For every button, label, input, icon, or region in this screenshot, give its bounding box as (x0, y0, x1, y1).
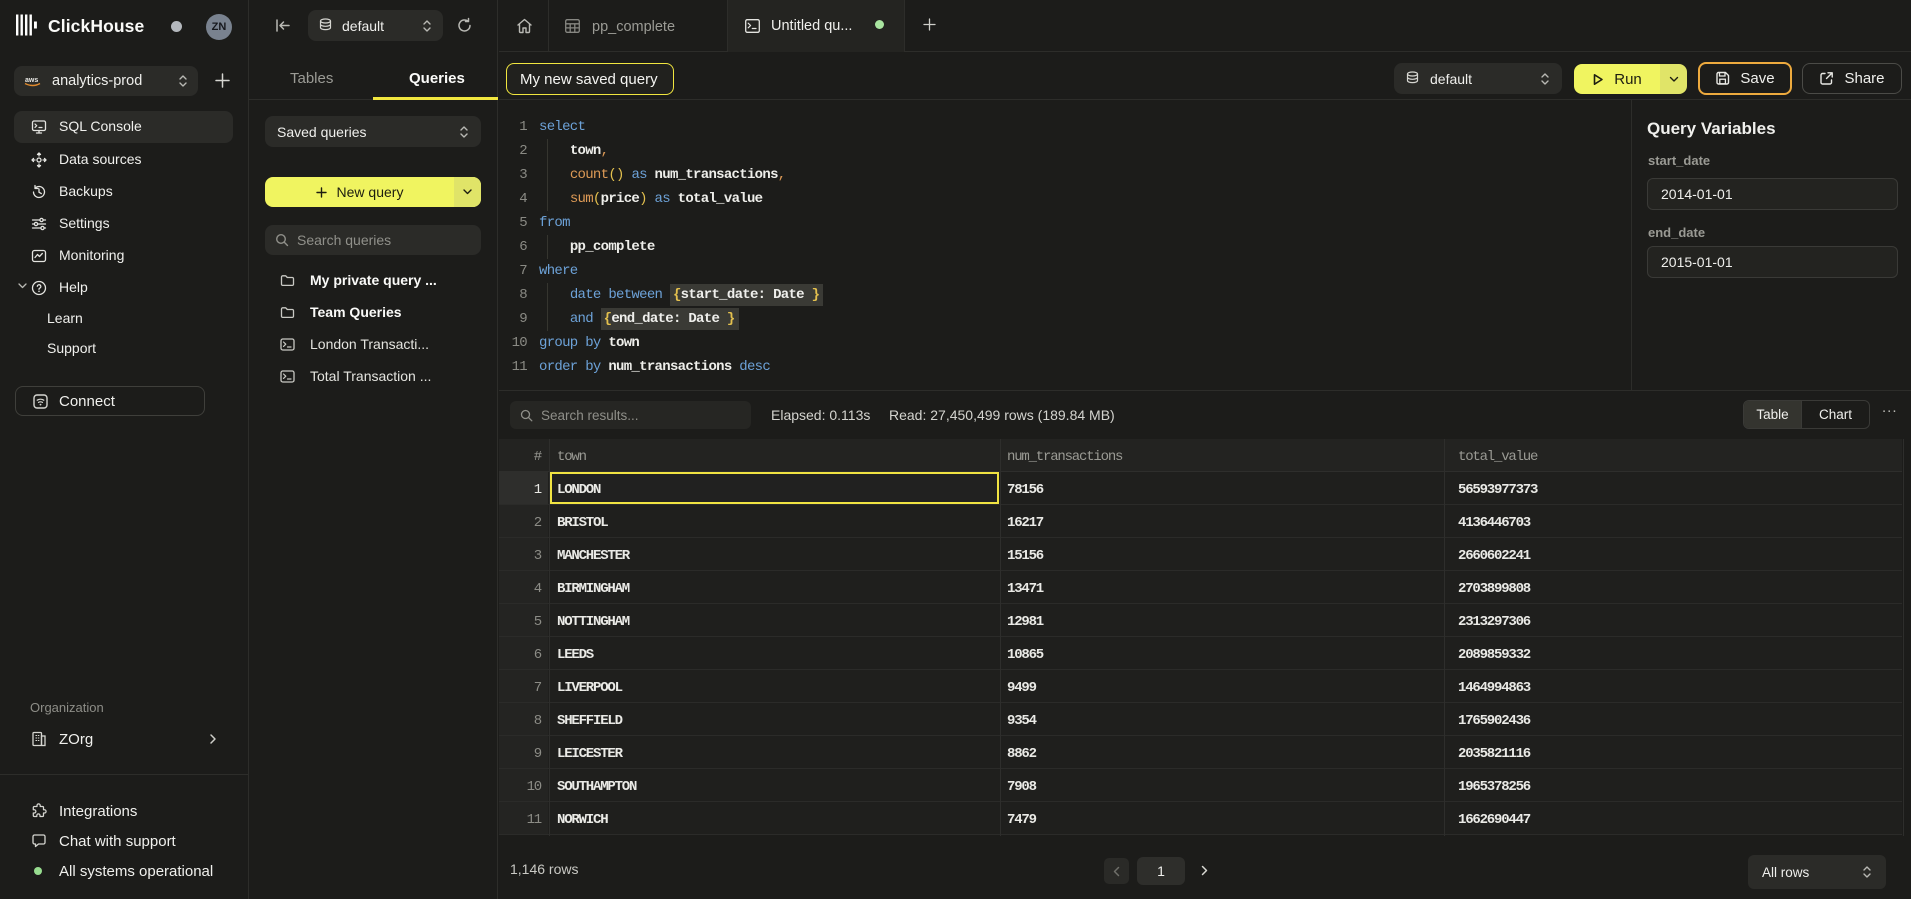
svg-text:aws: aws (25, 77, 38, 84)
